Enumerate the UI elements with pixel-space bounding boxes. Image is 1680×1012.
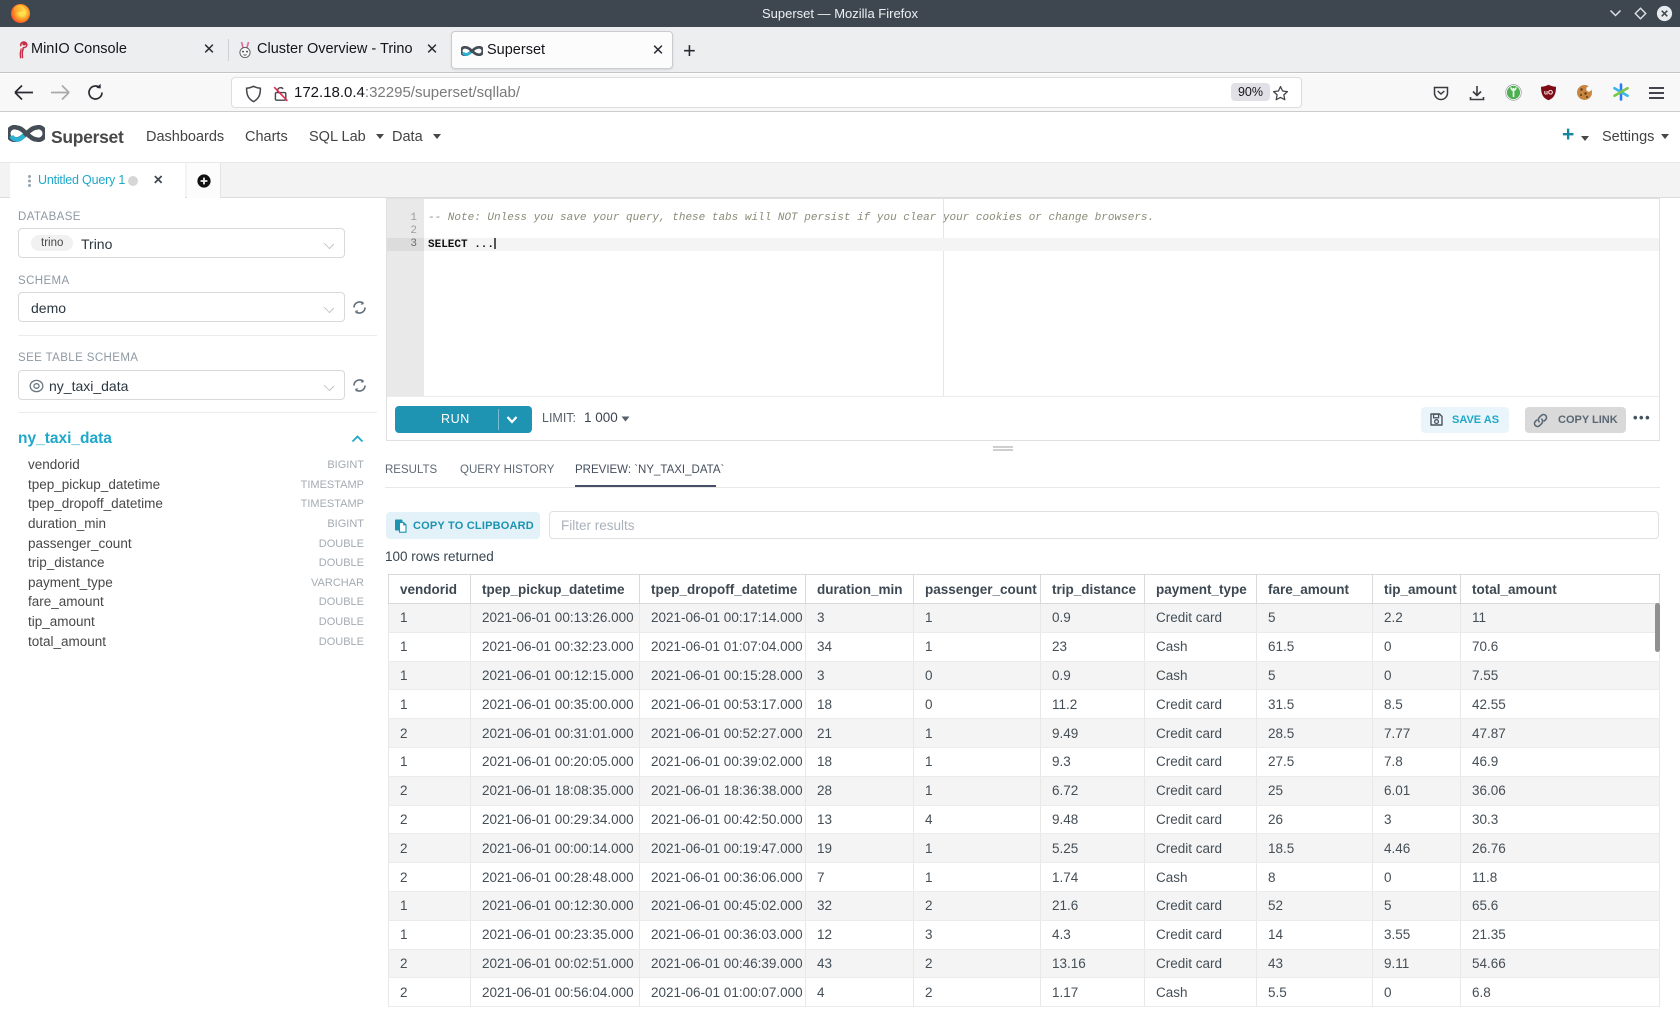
svg-text:uO: uO bbox=[1544, 90, 1553, 97]
